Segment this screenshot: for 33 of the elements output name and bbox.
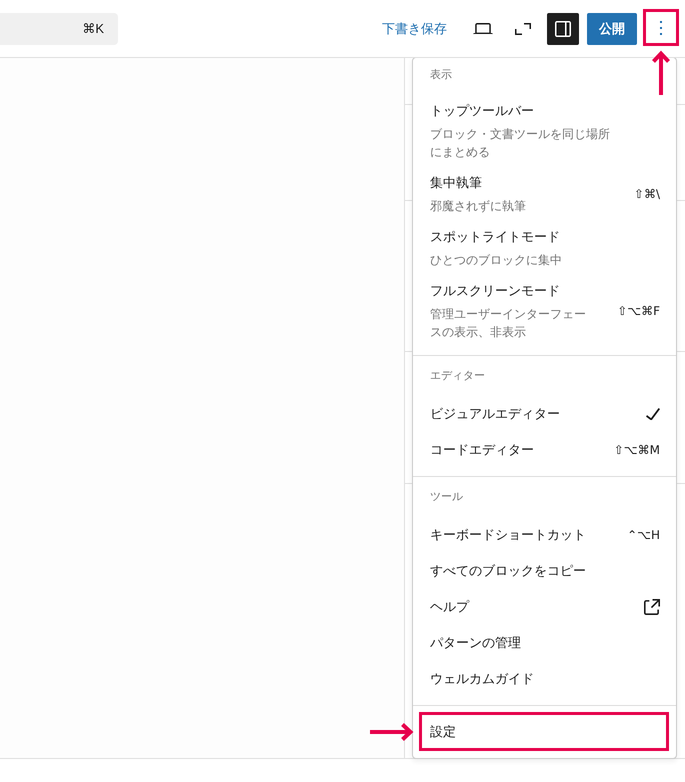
keyboard-shortcut: ⌃⌥H bbox=[627, 527, 660, 543]
menu-item-description: 管理ユーザーインターフェースの表示、非表示 bbox=[430, 306, 587, 341]
external-link-icon bbox=[644, 599, 660, 615]
callout-arrow bbox=[370, 722, 414, 742]
menu-group-label: ツール bbox=[430, 490, 463, 505]
menu-item-description: ブロック・文書ツールを同じ場所にまとめる bbox=[430, 126, 611, 161]
command-bar[interactable]: ⌘K bbox=[0, 12, 118, 44]
sidebar-toggle-button[interactable] bbox=[547, 12, 579, 44]
menu-item[interactable]: パターンの管理 bbox=[421, 625, 668, 661]
keyboard-shortcut: ⇧⌥⌘F bbox=[617, 303, 660, 319]
keyboard-shortcut: ⇧⌥⌘M bbox=[614, 442, 660, 458]
save-draft-button[interactable]: 下書き保存 bbox=[370, 12, 459, 44]
expand-icon bbox=[515, 22, 531, 34]
publish-button[interactable]: 公開 bbox=[587, 12, 637, 44]
menu-item[interactable]: ウェルカムガイド bbox=[421, 661, 668, 697]
menu-item[interactable]: 集中執筆 邪魔されずに執筆 ⇧⌘\ bbox=[421, 167, 668, 221]
menu-item[interactable]: トップツールバー ブロック・文書ツールを同じ場所にまとめる bbox=[421, 95, 668, 167]
menu-item[interactable]: ビジュアルエディター bbox=[421, 396, 668, 432]
callout-arrow bbox=[651, 50, 671, 95]
menu-item[interactable]: スポットライトモード ひとつのブロックに集中 bbox=[421, 221, 668, 275]
laptop-icon bbox=[473, 22, 493, 34]
sidebar-icon bbox=[555, 20, 571, 36]
menu-group-label: エディター bbox=[430, 369, 485, 384]
menu-item-description: ひとつのブロックに集中 bbox=[430, 252, 563, 269]
menu-item[interactable]: 設定 bbox=[422, 715, 666, 748]
menu-item-description: 邪魔されずに執筆 bbox=[430, 198, 527, 215]
keyboard-shortcut: ⇧⌘\ bbox=[634, 186, 660, 202]
menu-item[interactable]: キーボードショートカット ⌃⌥H bbox=[421, 517, 668, 553]
menu-item[interactable]: すべてのブロックをコピー bbox=[421, 553, 668, 589]
menu-item[interactable]: ヘルプ bbox=[421, 589, 668, 625]
menu-group-label: 表示 bbox=[430, 68, 452, 83]
menu-item[interactable]: コードエディター ⇧⌥⌘M bbox=[421, 432, 668, 468]
menu-item[interactable]: フルスクリーンモード 管理ユーザーインターフェースの表示、非表示 ⇧⌥⌘F bbox=[421, 275, 668, 347]
